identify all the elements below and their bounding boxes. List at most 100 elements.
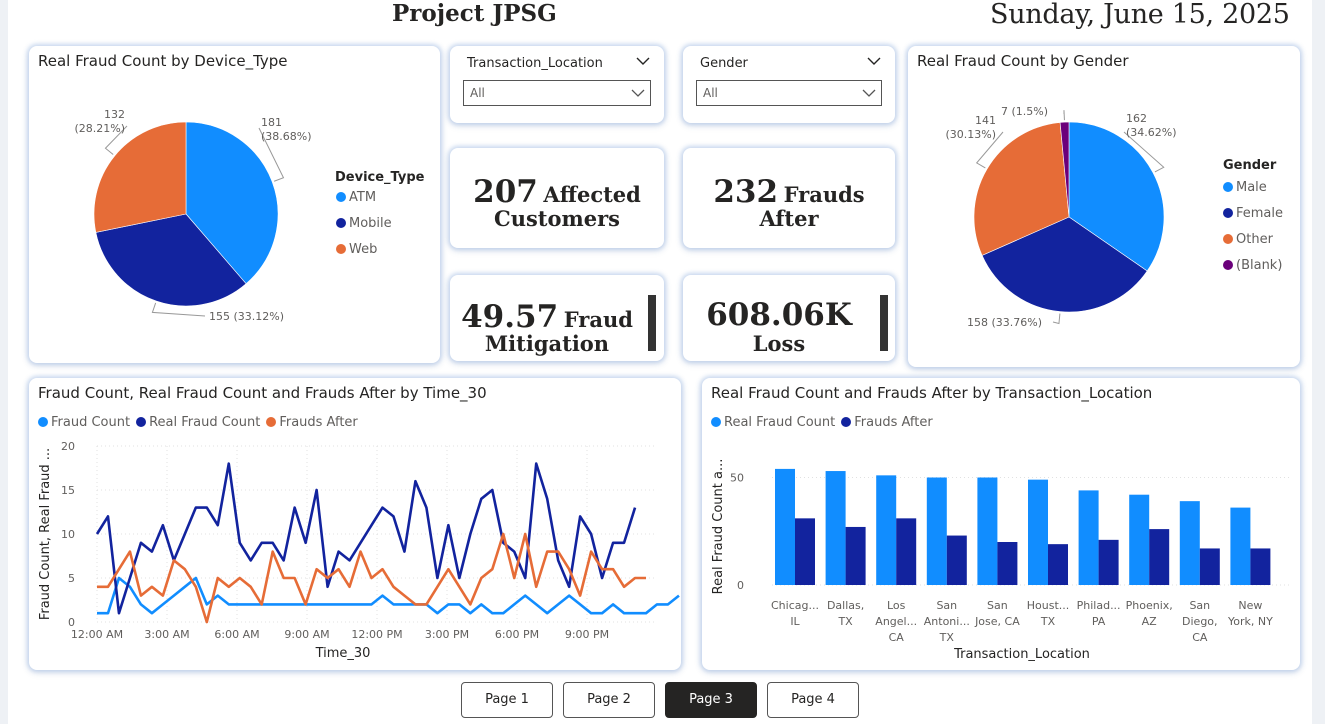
- device-pie-legend-label: Web: [349, 242, 378, 257]
- line-chart-x-tick: 12:00 PM: [351, 628, 402, 641]
- chevron-down-icon[interactable]: [867, 54, 881, 68]
- page-button-2[interactable]: Page 2: [563, 682, 655, 718]
- gender-pie-legend-marker: [1223, 260, 1233, 270]
- line-chart-x-axis-label: Time_30: [315, 646, 371, 661]
- bar-chart-y-tick: 0: [737, 579, 744, 592]
- bar-real-fraud-count-chicag-il[interactable]: [775, 468, 795, 585]
- line-chart[interactable]: 0510152012:00 AM 3:00 AM 6:00 AM 9:00 AM 12:…: [29, 378, 681, 670]
- line-chart-card[interactable]: Fraud Count, Real Fraud Count and Frauds…: [29, 378, 681, 670]
- mitigation-kpi-label1: Fraud: [563, 307, 633, 332]
- affected-customers-card: 207 Affected Customers: [450, 148, 664, 248]
- device-type-pie-card[interactable]: Real Fraud Count by Device_Type 181 (38.6…: [29, 46, 440, 363]
- bar-frauds-after-san-antoni-tx[interactable]: [946, 535, 967, 585]
- line-series-fraud-count[interactable]: [97, 576, 680, 615]
- gender-dropdown[interactable]: All: [696, 80, 882, 106]
- device-pie-data-label: 181 (38.68%): [261, 116, 312, 143]
- bar-frauds-after-chicag-il[interactable]: [795, 518, 815, 585]
- bar-chart-x-tick: San Jose, CA: [974, 599, 1020, 628]
- gender-slicer-card[interactable]: Gender All: [683, 46, 895, 123]
- device-pie-chart[interactable]: 181 (38.68%) 155 (33.12%) 132 (28.21%): [29, 46, 440, 363]
- mitigation-kpi-line1: 49.57 Fraud: [450, 299, 644, 335]
- frauds-after-kpi-line1: 232 Frauds: [683, 174, 895, 210]
- gender-pie-legend-item[interactable]: Male: [1223, 180, 1267, 195]
- device-pie-legend-item[interactable]: Mobile: [336, 216, 392, 231]
- bar-chart[interactable]: 0 50 Chicag... IL Dallas, TX Los Angel... CASan A…: [702, 378, 1300, 670]
- bar-chart-x-tick: Los Angel... CA: [875, 599, 917, 644]
- device-pie-data-label: 132 (28.21%): [74, 108, 125, 135]
- gender-pie-legend-marker: [1223, 208, 1233, 218]
- bar-frauds-after-phoenix-az[interactable]: [1149, 529, 1170, 585]
- affected-kpi-value: 207: [473, 174, 538, 210]
- chevron-down-icon[interactable]: [636, 54, 650, 68]
- gender-pie-legend-label: Male: [1236, 180, 1267, 195]
- bar-real-fraud-count-philad-pa[interactable]: [1078, 490, 1099, 585]
- gender-pie-legend-label: (Blank): [1236, 258, 1283, 273]
- device-pie-legend-marker: [336, 218, 346, 228]
- bar-real-fraud-count-los-angel-ca[interactable]: [876, 475, 897, 585]
- gender-pie-legend-item[interactable]: Female: [1223, 206, 1283, 221]
- bar-frauds-after-los-angel-ca[interactable]: [896, 518, 917, 585]
- device-pie-legend-marker: [336, 244, 346, 254]
- bar-real-fraud-count-phoenix-az[interactable]: [1129, 494, 1150, 585]
- line-chart-y-tick: 20: [61, 440, 75, 453]
- bar-real-fraud-count-san-diego-ca[interactable]: [1179, 501, 1200, 585]
- line-series-real-fraud-count[interactable]: [95, 462, 637, 615]
- bar-frauds-after-san-diego-ca[interactable]: [1199, 548, 1220, 585]
- bar-chart-card[interactable]: Real Fraud Count and Frauds After by Tra…: [702, 378, 1300, 670]
- bar-chart-x-tick: Phoenix, AZ: [1126, 599, 1173, 628]
- bar-real-fraud-count-san-antoni-tx[interactable]: [926, 477, 947, 586]
- loss-kpi-label: Loss: [752, 331, 806, 356]
- gender-legend-title: Gender: [1223, 158, 1277, 173]
- gender-pie-leader-line: [1052, 313, 1061, 325]
- gender-pie-legend-marker: [1223, 182, 1233, 192]
- page-button-1[interactable]: Page 1: [461, 682, 553, 718]
- bar-chart-y-axis-label: Real Fraud Count a...: [711, 459, 726, 595]
- bar-chart-x-tick: San Antoni... TX: [924, 599, 970, 644]
- affected-kpi-label1: Affected: [543, 182, 641, 207]
- frauds-after-kpi-label2: After: [759, 206, 819, 231]
- bar-frauds-after-dallas-tx[interactable]: [845, 526, 866, 585]
- mitigation-accent-bar: [648, 295, 656, 351]
- frauds-after-kpi-label1: Frauds: [783, 182, 865, 207]
- device-pie-legend-item[interactable]: Web: [336, 242, 377, 257]
- bar-frauds-after-philad-pa[interactable]: [1098, 539, 1119, 585]
- frauds-after-kpi-value: 232: [713, 174, 779, 210]
- bar-frauds-after-new-york-ny[interactable]: [1250, 548, 1271, 585]
- affected-kpi-line1: 207 Affected: [450, 174, 664, 210]
- gender-pie-legend-item[interactable]: Other: [1223, 232, 1273, 247]
- device-pie-slice-web[interactable]: [93, 121, 187, 233]
- bar-frauds-after-houst-tx[interactable]: [1048, 544, 1068, 585]
- gender-slicer-label: Gender: [700, 56, 748, 71]
- page-button-4[interactable]: Page 4: [767, 682, 859, 718]
- loss-kpi-value: 608.06K: [706, 297, 852, 333]
- bar-chart-x-axis-label: Transaction_Location: [953, 647, 1090, 662]
- report-date: Sunday, June 15, 2025: [990, 0, 1290, 30]
- fraud-mitigation-card: 49.57 Fraud Mitigation: [450, 275, 664, 361]
- chevron-down-icon: [862, 89, 876, 97]
- mitigation-kpi-value: 49.57: [461, 299, 559, 335]
- location-slicer-card[interactable]: Transaction_Location All: [450, 46, 664, 123]
- device-pie-legend-item[interactable]: ATM: [336, 190, 376, 205]
- device-pie-data-label: 155 (33.12%): [209, 310, 284, 323]
- bar-frauds-after-san-jose-ca[interactable]: [997, 542, 1018, 585]
- affected-kpi-label2: Customers: [494, 206, 620, 231]
- gender-dropdown-value: All: [703, 86, 718, 100]
- bar-chart-x-tick: Houst... TX: [1027, 599, 1070, 628]
- bar-real-fraud-count-dallas-tx[interactable]: [825, 471, 846, 585]
- page-button-3[interactable]: Page 3: [665, 682, 757, 718]
- line-chart-y-tick: 10: [61, 528, 75, 541]
- loss-card: 608.06K Loss: [683, 275, 895, 361]
- gender-pie-legend-item[interactable]: (Blank): [1223, 258, 1282, 273]
- bar-real-fraud-count-san-jose-ca[interactable]: [977, 477, 998, 586]
- location-slicer-label: Transaction_Location: [467, 56, 603, 71]
- bar-chart-x-tick: Chicag... IL: [771, 599, 819, 628]
- gender-pie-legend-label: Other: [1236, 232, 1273, 247]
- bar-chart-y-tick: 50: [730, 472, 744, 485]
- gender-pie-card[interactable]: Real Fraud Count by Gender 162 (34.62%) 15…: [908, 46, 1300, 367]
- gender-pie-data-label: 162 (34.62%): [1126, 112, 1177, 139]
- loss-accent-bar: [880, 295, 888, 351]
- bar-real-fraud-count-new-york-ny[interactable]: [1230, 507, 1251, 585]
- location-dropdown[interactable]: All: [463, 80, 651, 106]
- bar-real-fraud-count-houst-tx[interactable]: [1028, 479, 1048, 585]
- bar-chart-x-tick: Dallas, TX: [827, 599, 864, 628]
